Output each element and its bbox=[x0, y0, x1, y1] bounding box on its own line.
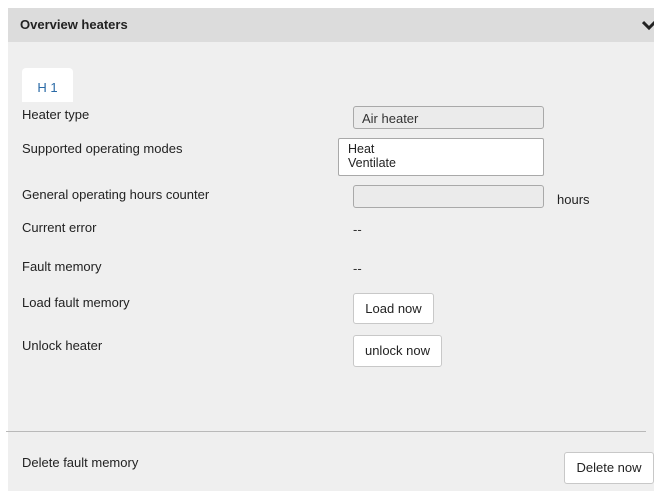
panel-title: Overview heaters bbox=[20, 17, 128, 32]
supported-modes-label: Supported operating modes bbox=[22, 141, 183, 156]
mode-option-heat[interactable]: Heat bbox=[348, 142, 543, 156]
delete-fault-memory-label: Delete fault memory bbox=[22, 455, 139, 470]
delete-now-button[interactable]: Delete now bbox=[564, 452, 654, 484]
heater-type-label: Heater type bbox=[22, 107, 90, 122]
heater-type-field: Air heater bbox=[353, 106, 544, 129]
hours-counter-label: General operating hours counter bbox=[22, 187, 210, 202]
current-error-value: -- bbox=[353, 222, 362, 237]
panel-header[interactable]: Overview heaters bbox=[8, 8, 654, 42]
fault-memory-value: -- bbox=[353, 261, 362, 276]
hours-unit: hours bbox=[557, 192, 590, 207]
tab-h1[interactable]: H 1 bbox=[22, 68, 73, 102]
chevron-down-icon[interactable] bbox=[642, 19, 654, 31]
unlock-heater-label: Unlock heater bbox=[22, 338, 103, 353]
supported-modes-list[interactable]: Heat Ventilate bbox=[338, 138, 544, 176]
unlock-now-button[interactable]: unlock now bbox=[353, 335, 442, 367]
load-fault-memory-label: Load fault memory bbox=[22, 295, 130, 310]
overview-heaters-panel: Overview heaters H 1 bbox=[8, 8, 654, 491]
current-error-label: Current error bbox=[22, 220, 97, 235]
mode-option-ventilate[interactable]: Ventilate bbox=[348, 156, 543, 170]
load-now-button[interactable]: Load now bbox=[353, 293, 434, 324]
fault-memory-label: Fault memory bbox=[22, 259, 102, 274]
hours-counter-field bbox=[353, 185, 544, 208]
section-divider bbox=[6, 431, 646, 432]
